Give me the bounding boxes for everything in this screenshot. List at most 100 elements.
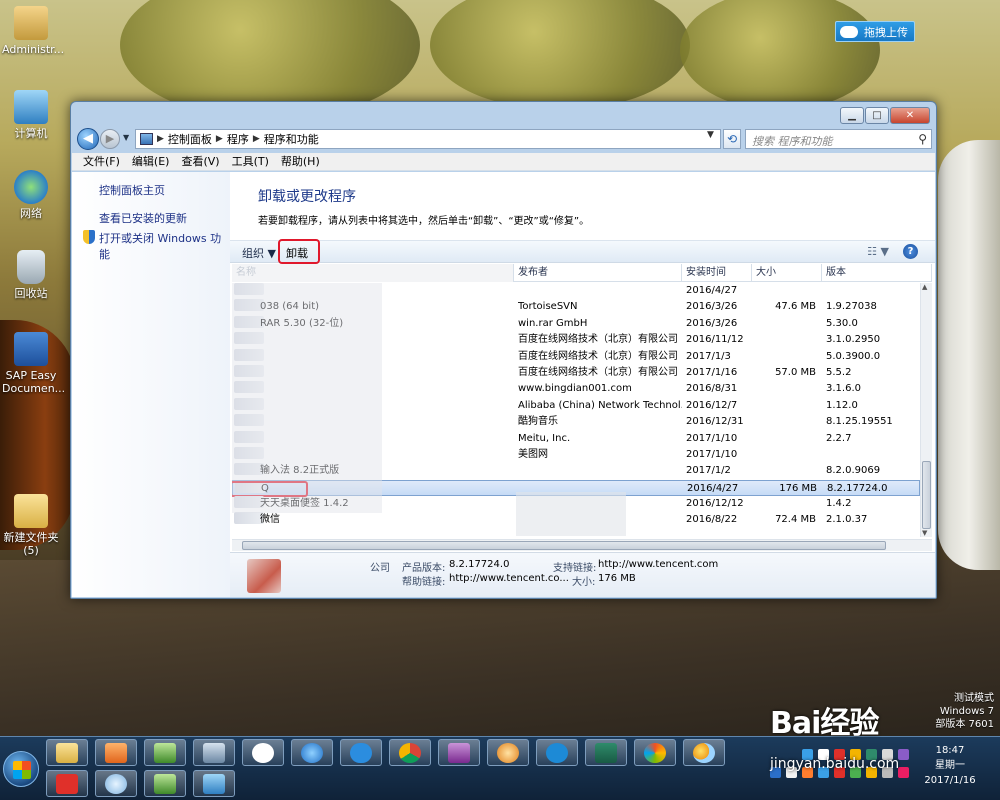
taskbar-ie[interactable] [291, 739, 333, 766]
menu-tools[interactable]: 工具(T) [232, 153, 269, 170]
program-version: 1.12.0 [826, 399, 858, 411]
minimize-button[interactable]: ▁ [840, 107, 864, 124]
privacy-blur [232, 283, 382, 513]
column-publisher[interactable]: 发布者 [514, 264, 682, 282]
search-input[interactable]: 搜索 程序和功能 ⚲ [745, 129, 932, 149]
scroll-down-icon[interactable]: ▼ [922, 529, 927, 537]
taskbar-network-app[interactable] [193, 739, 235, 766]
search-icon[interactable]: ⚲ [918, 132, 927, 146]
scrollbar-thumb[interactable] [922, 461, 931, 529]
close-button[interactable]: ✕ [890, 107, 930, 124]
taskbar-app-red[interactable] [46, 770, 88, 797]
taskbar-app-hat[interactable] [438, 739, 480, 766]
program-version: 8.1.25.19551 [826, 416, 893, 428]
maximize-button[interactable]: □ [865, 107, 889, 124]
taskbar-media-player[interactable] [95, 739, 137, 766]
program-install-date: 2016/4/27 [686, 285, 738, 296]
program-publisher: win.rar GmbH [518, 317, 588, 329]
taskbar-search-app[interactable] [487, 739, 529, 766]
help-icon[interactable]: ? [903, 244, 918, 259]
desktop-icon-network[interactable]: 网络 [2, 170, 60, 220]
taskbar-control-panel[interactable] [193, 770, 235, 797]
scroll-up-icon[interactable]: ▲ [922, 283, 927, 291]
refresh-button[interactable]: ⟲ [723, 129, 741, 149]
taskbar-magnifier[interactable] [95, 770, 137, 797]
desktop-icon-sap[interactable]: SAP Easy Documen... [2, 332, 65, 395]
address-dropdown-icon[interactable]: ▼ [707, 130, 714, 140]
taskbar-weather[interactable] [683, 739, 725, 766]
details-pane: 公司 产品版本: 8.2.17724.0 支持链接: http://www.te… [230, 552, 935, 597]
ie-icon [301, 742, 323, 763]
desktop-icon-admin[interactable]: Administr... [2, 6, 64, 56]
taskbar-explorer[interactable] [46, 739, 88, 766]
taskbar-app-green[interactable] [144, 739, 186, 766]
program-publisher: 美图网 [518, 448, 548, 460]
taskbar-calc-app[interactable] [585, 739, 627, 766]
breadcrumb-programs[interactable]: 程序 [227, 131, 249, 147]
breadcrumb-programs-features[interactable]: 程序和功能 [264, 131, 319, 147]
taskbar-k-app[interactable] [536, 739, 578, 766]
program-version: 5.0.3900.0 [826, 350, 881, 362]
program-install-date: 2016/12/7 [686, 399, 738, 411]
media-player-icon [105, 742, 127, 763]
menu-help[interactable]: 帮助(H) [281, 153, 320, 170]
cloud-icon [840, 25, 858, 38]
address-bar[interactable]: ▶ 控制面板 ▶ 程序 ▶ 程序和功能 [135, 129, 721, 149]
view-options-button[interactable]: ☷ ▼ [867, 245, 889, 258]
menu-view[interactable]: 查看(V) [181, 153, 219, 170]
taskbar-app-chart[interactable] [144, 770, 186, 797]
program-publisher: 酷狗音乐 [518, 416, 558, 428]
tray-icon[interactable] [898, 767, 909, 778]
tray-icon[interactable] [898, 749, 909, 760]
history-dropdown-icon[interactable]: ▼ [123, 133, 129, 142]
program-version: 8.2.0.9069 [826, 465, 881, 477]
taskbar-baidu-cloud[interactable] [340, 739, 382, 766]
clock[interactable]: 18:47 星期一 2017/1/16 [920, 743, 980, 788]
column-name[interactable]: 名称 [232, 264, 514, 282]
program-install-date: 2016/3/26 [686, 317, 738, 329]
taskbar-baidu[interactable] [242, 739, 284, 766]
taskbar-paint[interactable] [634, 739, 676, 766]
program-name: 微信 [260, 514, 280, 526]
program-install-date: 2016/8/31 [686, 383, 738, 395]
chrome-icon [399, 742, 421, 763]
page-description: 若要卸载程序，请从列表中将其选中，然后单击“卸载”、“更改”或“修复”。 [258, 216, 590, 227]
breadcrumb-control-panel[interactable]: 控制面板 [168, 131, 212, 147]
uninstall-button[interactable]: 卸载 [286, 245, 308, 261]
details-version-label: 产品版本: [402, 563, 446, 574]
organize-button[interactable]: 组织 ▼ [242, 245, 276, 261]
sidebar-link-updates[interactable]: 查看已安装的更新 [99, 210, 187, 226]
taskbar-chrome[interactable] [389, 739, 431, 766]
desktop-icon-new-folder[interactable]: 新建文件夹 (5) [2, 494, 60, 557]
program-size: 57.0 MB [775, 366, 816, 378]
start-button[interactable] [3, 751, 39, 787]
control-panel-icon [140, 133, 153, 145]
sidebar: 控制面板主页 查看已安装的更新 打开或关闭 Windows 功能 [72, 172, 230, 597]
sidebar-link-windows-features[interactable]: 打开或关闭 Windows 功能 [99, 230, 230, 262]
column-version[interactable]: 版本 [822, 264, 932, 282]
vertical-scrollbar[interactable]: ▲ ▼ [920, 283, 932, 537]
menu-bar: 文件(F) 编辑(E) 查看(V) 工具(T) 帮助(H) [72, 153, 935, 171]
details-help-link[interactable]: http://www.tencent.co... [449, 573, 569, 584]
program-install-date: 2017/1/2 [686, 465, 731, 477]
column-install-date[interactable]: 安装时间 [682, 264, 752, 282]
desktop-icon-computer[interactable]: 计算机 [2, 90, 60, 140]
command-bar: 组织 ▼ 卸载 ☷ ▼ ? [230, 239, 935, 264]
program-install-date: 2017/1/10 [686, 448, 738, 460]
desktop-icon-recycle-bin[interactable]: 回收站 [2, 250, 60, 300]
menu-file[interactable]: 文件(F) [83, 153, 120, 170]
horizontal-scrollbar[interactable] [232, 539, 932, 551]
program-install-date: 2016/4/27 [687, 482, 739, 494]
program-version: 5.30.0 [826, 317, 858, 329]
column-size[interactable]: 大小 [752, 264, 822, 282]
drag-upload-button[interactable]: 拖拽上传 [835, 21, 915, 42]
program-install-date: 2016/3/26 [686, 301, 738, 313]
sidebar-link-home[interactable]: 控制面板主页 [99, 182, 165, 198]
hscrollbar-thumb[interactable] [242, 541, 886, 550]
computer-icon [14, 90, 48, 124]
menu-edit[interactable]: 编辑(E) [132, 153, 170, 170]
back-button[interactable]: ◀ [77, 128, 99, 150]
forward-button[interactable]: ▶ [100, 129, 120, 149]
baidu-jingyan-url: jingyan.baidu.com [770, 756, 900, 772]
details-support-link[interactable]: http://www.tencent.com [598, 559, 718, 570]
